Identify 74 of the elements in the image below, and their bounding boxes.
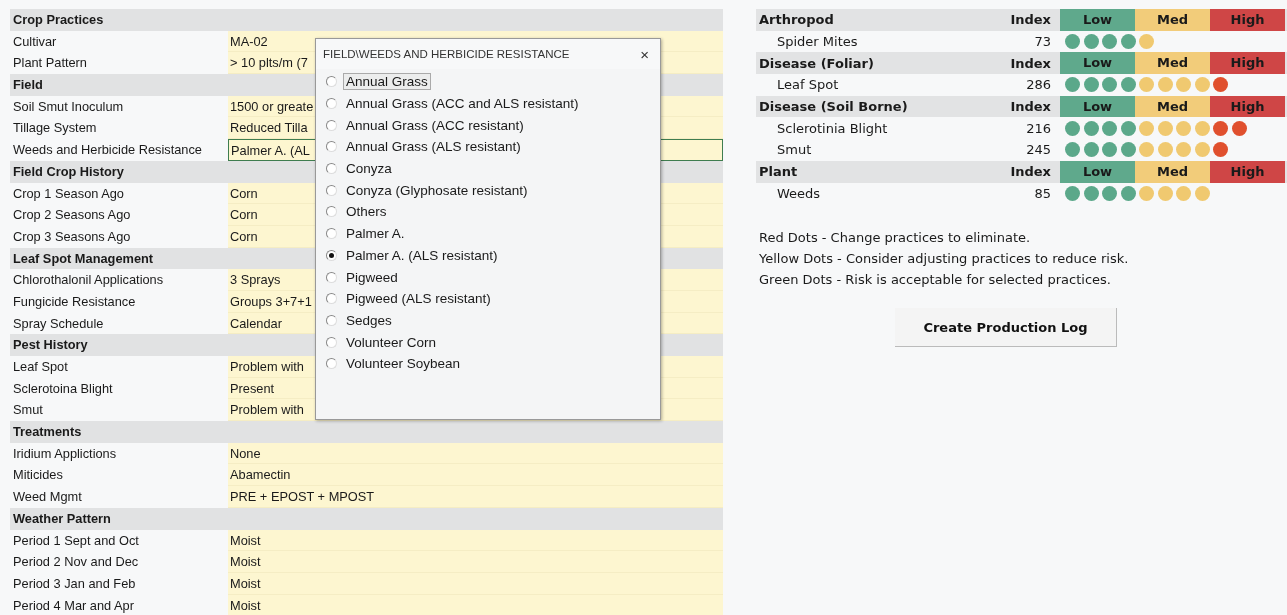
pest-name: Weeds bbox=[776, 185, 822, 201]
value-cell[interactable]: Moist bbox=[228, 529, 723, 552]
radio-button[interactable] bbox=[326, 206, 337, 218]
value-cell[interactable]: Abamectin bbox=[228, 464, 723, 487]
section-header: Treatments bbox=[10, 421, 723, 443]
pest-name: Smut bbox=[776, 142, 813, 158]
group-header: Plant bbox=[758, 164, 799, 180]
risk-level-header: Low bbox=[1060, 52, 1135, 75]
option-label[interactable]: Annual Grass (ACC and ALS resistant) bbox=[343, 95, 582, 113]
option-label[interactable]: Annual Grass (ALS resistant) bbox=[343, 138, 524, 156]
index-value: 216 bbox=[1025, 120, 1051, 136]
index-value: 73 bbox=[1033, 34, 1051, 50]
risk-level-header: Med bbox=[1135, 160, 1210, 183]
option-label[interactable]: Others bbox=[343, 203, 390, 221]
option-label[interactable]: Conyza (Glyphosate resistant) bbox=[343, 181, 531, 199]
group-header: Arthropod bbox=[758, 12, 835, 28]
option-label[interactable]: Conyza bbox=[343, 160, 395, 178]
risk-level-header: High bbox=[1210, 95, 1285, 118]
value-cell[interactable]: Moist bbox=[228, 572, 723, 595]
option-label[interactable]: Pigweed bbox=[343, 268, 401, 286]
index-header: Index bbox=[1009, 12, 1051, 28]
index-value: 85 bbox=[1033, 185, 1051, 201]
section-header: Crop Practices bbox=[10, 9, 723, 31]
option-label[interactable]: Sedges bbox=[343, 311, 395, 329]
option-label[interactable]: Annual Grass bbox=[343, 73, 431, 91]
risk-level-header: High bbox=[1210, 52, 1285, 75]
risk-level-header: Low bbox=[1060, 9, 1135, 31]
pest-name: Leaf Spot bbox=[776, 77, 840, 93]
radio-button[interactable] bbox=[326, 163, 337, 175]
value-cell[interactable]: Moist bbox=[228, 551, 723, 573]
option-label[interactable]: Palmer A. bbox=[343, 225, 408, 243]
index-header: Index bbox=[1009, 99, 1051, 115]
group-header: Disease (Soil Borne) bbox=[758, 99, 909, 115]
risk-level-header: Med bbox=[1135, 9, 1210, 31]
radio-button[interactable] bbox=[326, 184, 337, 196]
radio-button[interactable] bbox=[326, 314, 337, 326]
group-header: Disease (Foliar) bbox=[758, 55, 875, 71]
legend-note: Green Dots - Risk is acceptable for selected practices. bbox=[759, 270, 1112, 289]
pest-name: Spider Mites bbox=[776, 34, 859, 50]
radio-button[interactable] bbox=[326, 336, 337, 348]
index-header: Index bbox=[1009, 164, 1051, 180]
create-log-button[interactable]: Create Production Log bbox=[895, 308, 1117, 348]
option-label[interactable]: Pigweed (ALS resistant) bbox=[343, 290, 494, 308]
index-value: 245 bbox=[1025, 142, 1051, 158]
risk-level-header: Low bbox=[1060, 95, 1135, 118]
legend-note: Yellow Dots - Consider adjusting practices to reduce risk. bbox=[759, 249, 1130, 268]
pest-name: Sclerotinia Blight bbox=[776, 120, 889, 136]
risk-level-header: High bbox=[1210, 160, 1285, 183]
value-cell[interactable]: PRE + EPOST + MPOST bbox=[228, 486, 723, 508]
dialog-title: FIELD\WEEDS AND HERBICIDE RESISTANCE bbox=[323, 48, 570, 60]
risk-level-header: Low bbox=[1060, 160, 1135, 183]
radio-button[interactable] bbox=[326, 141, 337, 153]
risk-level-header: Med bbox=[1135, 95, 1210, 118]
option-label[interactable]: Palmer A. (ALS resistant) bbox=[343, 246, 501, 264]
close-button[interactable]: × bbox=[637, 45, 652, 63]
radio-button[interactable] bbox=[326, 76, 337, 88]
section-header: Weather Pattern bbox=[10, 507, 723, 530]
radio-button[interactable] bbox=[326, 293, 337, 305]
value-cell[interactable]: Moist bbox=[228, 594, 723, 615]
risk-level-header: Med bbox=[1135, 52, 1210, 75]
index-header: Index bbox=[1009, 55, 1051, 71]
option-label[interactable]: Volunteer Soybean bbox=[343, 355, 464, 373]
legend-note: Red Dots - Change practices to eliminate. bbox=[759, 229, 1032, 248]
option-label[interactable]: Volunteer Corn bbox=[343, 333, 440, 351]
value-cell[interactable]: None bbox=[228, 442, 723, 465]
radio-button[interactable] bbox=[326, 119, 337, 131]
radio-button[interactable] bbox=[326, 249, 337, 261]
option-label[interactable]: Annual Grass (ACC resistant) bbox=[343, 116, 527, 134]
risk-level-header: High bbox=[1210, 9, 1285, 31]
radio-button[interactable] bbox=[326, 228, 337, 240]
radio-button[interactable] bbox=[326, 358, 337, 370]
radio-button[interactable] bbox=[326, 271, 337, 283]
radio-button[interactable] bbox=[326, 98, 337, 110]
index-value: 286 bbox=[1025, 77, 1051, 93]
